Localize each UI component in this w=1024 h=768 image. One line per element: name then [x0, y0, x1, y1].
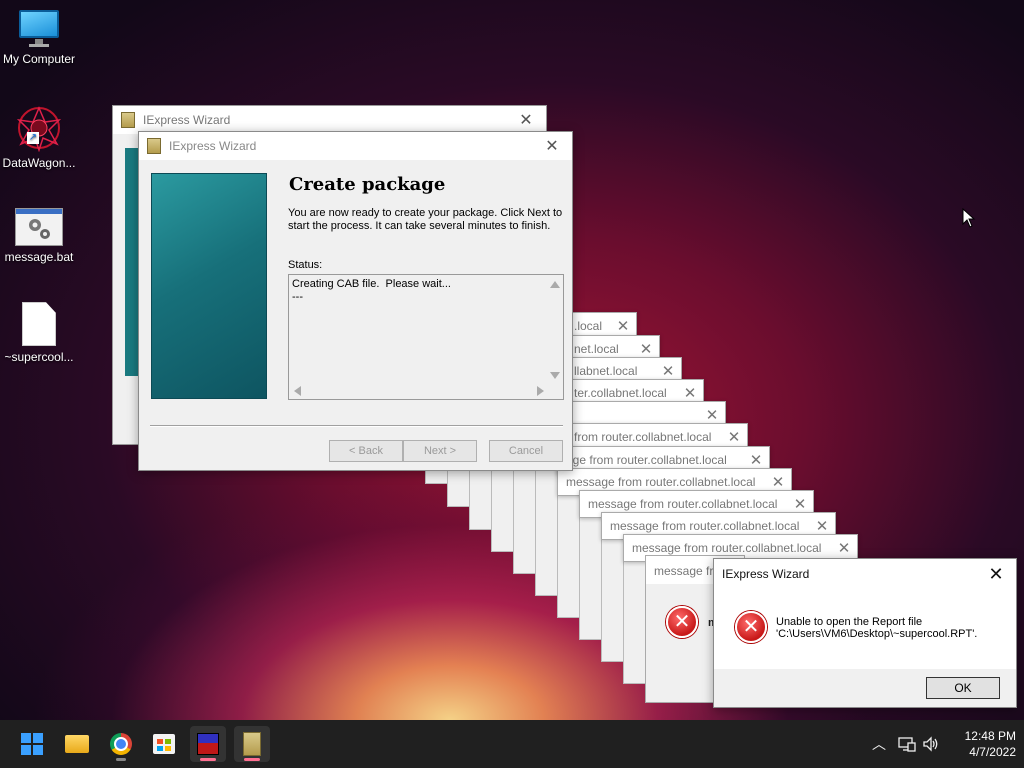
close-icon[interactable]: ✕	[721, 428, 747, 446]
batch-file-gear-icon	[15, 208, 63, 246]
running-indicator	[116, 758, 126, 761]
desktop-icon-label: My Computer	[2, 52, 76, 66]
taskbar: ︿ 12:48 PM 4/7/2022	[0, 720, 1024, 768]
shortcut-arrow-icon: ↗	[27, 132, 39, 144]
wizard-banner-image	[151, 173, 267, 399]
title-bar[interactable]: IExpress Wizard ✕	[139, 132, 572, 160]
title-bar[interactable]: IExpress Wizard ✕	[113, 106, 546, 134]
volume-icon[interactable]	[920, 720, 942, 768]
clock-date: 4/7/2022	[969, 745, 1016, 759]
show-hidden-icons-chevron-up-icon[interactable]: ︿	[868, 720, 890, 768]
iexpress-package-icon	[197, 733, 219, 755]
close-icon[interactable]: ✕	[765, 473, 791, 491]
message-title: ter.collabnet.local	[574, 386, 667, 400]
taskbar-iexpress-2[interactable]	[234, 726, 270, 762]
blank-file-icon	[22, 302, 56, 346]
ok-button[interactable]: OK	[926, 677, 1000, 699]
error-icon: ✕	[666, 606, 698, 638]
message-title: message from router.collabnet.local	[610, 519, 800, 533]
taskbar-iexpress-1[interactable]	[190, 726, 226, 762]
dialog-title: IExpress Wizard	[722, 567, 810, 581]
page-heading: Create package	[289, 174, 446, 195]
horizontal-scrollbar[interactable]	[289, 381, 549, 399]
vertical-scrollbar[interactable]	[547, 275, 563, 381]
message-title: from router.collabnet.local	[574, 430, 712, 444]
error-message: Unable to open the Report file 'C:\Users…	[776, 616, 977, 640]
clock-time: 12:48 PM	[964, 729, 1016, 743]
message-title: llabnet.local	[574, 364, 638, 378]
close-icon[interactable]: ✕	[633, 340, 659, 358]
status-label: Status:	[288, 259, 323, 271]
close-icon[interactable]: ✕	[655, 362, 681, 380]
desktop-icon-label: ~supercool...	[4, 350, 74, 364]
message-title: net.local	[574, 342, 619, 356]
desktop-icon-my-computer[interactable]: My Computer	[0, 10, 78, 66]
message-title: message from router.collabnet.local	[632, 541, 822, 555]
close-icon[interactable]: ✕	[506, 106, 546, 134]
desktop-icon-label: DataWagon...	[2, 156, 76, 170]
status-log[interactable]: Creating CAB file. Please wait... ---	[288, 274, 564, 400]
close-icon[interactable]: ✕	[677, 384, 703, 402]
message-title: message from router.collabnet.local	[566, 475, 756, 489]
mouse-cursor-icon	[962, 208, 976, 228]
message-title: age from router.collabnet.local	[566, 453, 727, 467]
computer-icon	[17, 10, 61, 48]
desktop-icon-supercool[interactable]: ~supercool...	[0, 302, 78, 364]
datawagon-icon: ↗	[15, 106, 63, 153]
scroll-right-arrow-icon[interactable]	[537, 386, 544, 396]
iexpress-cabinet-icon	[243, 732, 261, 756]
message-title: message fr	[654, 564, 714, 578]
close-icon[interactable]: ✕	[532, 132, 572, 160]
desktop-icon-message-bat[interactable]: message.bat	[0, 208, 78, 264]
divider	[150, 425, 563, 427]
iexpress-wizard-window[interactable]: IExpress Wizard ✕ Create package You are…	[138, 131, 573, 471]
message-title: message from router.collabnet.local	[588, 497, 778, 511]
desktop-icon-label: message.bat	[4, 250, 74, 264]
back-button[interactable]: < Back	[329, 440, 403, 462]
close-icon[interactable]: ✕	[610, 317, 636, 335]
close-icon[interactable]: ✕	[976, 560, 1016, 588]
active-indicator	[244, 758, 260, 761]
close-icon[interactable]: ✕	[809, 517, 835, 535]
error-message-line-2: 'C:\Users\VM6\Desktop\~supercool.RPT'.	[776, 628, 978, 640]
status-text: Creating CAB file. Please wait... ---	[292, 278, 451, 303]
active-indicator	[200, 758, 216, 761]
close-icon[interactable]: ✕	[743, 451, 769, 469]
page-description: You are now ready to create your package…	[288, 207, 563, 232]
scroll-up-arrow-icon[interactable]	[550, 281, 560, 288]
close-icon[interactable]: ✕	[831, 539, 857, 557]
chrome-icon	[110, 733, 132, 755]
windows-logo-icon	[21, 733, 43, 755]
store-icon	[153, 734, 175, 754]
desktop-icon-datawagon[interactable]: ↗ DataWagon...	[0, 106, 78, 170]
close-icon[interactable]: ✕	[787, 495, 813, 513]
system-clock[interactable]: 12:48 PM 4/7/2022	[944, 728, 1016, 760]
error-message-line-1: Unable to open the Report file	[776, 616, 923, 628]
window-title: IExpress Wizard	[143, 113, 231, 127]
title-bar[interactable]: IExpress Wizard ✕	[714, 559, 1016, 589]
scroll-left-arrow-icon[interactable]	[294, 386, 301, 396]
network-icon[interactable]	[896, 720, 918, 768]
window-title: IExpress Wizard	[169, 139, 257, 153]
message-title: .local	[574, 319, 603, 333]
error-icon: ✕	[735, 611, 767, 643]
taskbar-store[interactable]	[146, 726, 182, 762]
error-dialog[interactable]: IExpress Wizard ✕ ✕ Unable to open the R…	[713, 558, 1017, 708]
start-button[interactable]	[14, 726, 50, 762]
taskbar-file-explorer[interactable]	[59, 726, 95, 762]
iexpress-app-icon	[121, 112, 135, 128]
folder-icon	[65, 735, 89, 753]
cancel-button[interactable]: Cancel	[489, 440, 563, 462]
scroll-down-arrow-icon[interactable]	[550, 372, 560, 379]
taskbar-chrome[interactable]	[103, 726, 139, 762]
next-button[interactable]: Next >	[403, 440, 477, 462]
iexpress-app-icon	[147, 138, 161, 154]
close-icon[interactable]: ✕	[699, 406, 725, 424]
